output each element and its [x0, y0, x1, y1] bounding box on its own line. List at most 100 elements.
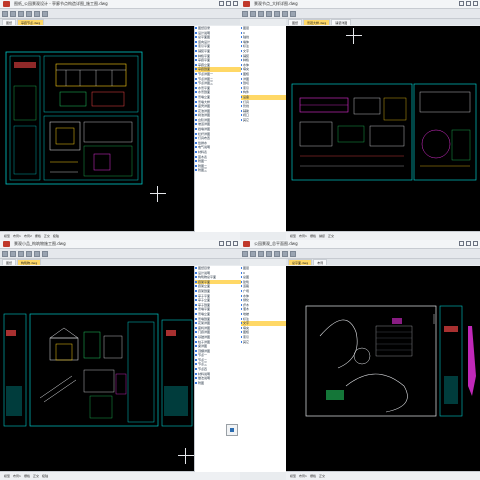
sidebar-item-label: 总平面图: [198, 35, 211, 40]
toolbar-icon[interactable]: [10, 250, 16, 257]
toolbar-icon[interactable]: [242, 250, 248, 257]
status-layout1[interactable]: 布局1: [299, 234, 307, 238]
tab-active-file[interactable]: 构筑物.dwg: [17, 259, 42, 265]
close-icon[interactable]: [233, 241, 238, 246]
close-icon[interactable]: [233, 1, 238, 6]
window-title: 景观小品_构筑物施工图.dwg: [14, 241, 66, 246]
toolbar-icon[interactable]: [2, 250, 8, 257]
toolbar-icon[interactable]: [2, 10, 8, 17]
toolbar-icon[interactable]: [258, 10, 264, 17]
tab-drawing[interactable]: 图纸: [288, 19, 303, 25]
status-bar: 模型 布局1 栅格 正交: [286, 471, 480, 480]
minimize-icon[interactable]: [459, 1, 464, 6]
maximize-icon[interactable]: [466, 241, 471, 246]
toolbar-icon[interactable]: [42, 10, 48, 17]
tab-drawing[interactable]: 图纸: [2, 19, 17, 25]
toolbar-icon[interactable]: [250, 10, 256, 17]
window-controls: [459, 241, 478, 246]
status-model[interactable]: 模型: [4, 474, 10, 478]
sidebar-item-label: 轴线: [243, 35, 250, 40]
sidebar-item-label: 门廊详图: [198, 330, 211, 335]
toolbar-icon[interactable]: [10, 10, 16, 17]
minimize-icon[interactable]: [219, 241, 224, 246]
toolbar-icon[interactable]: [266, 250, 272, 257]
status-model[interactable]: 模型: [290, 474, 296, 478]
toolbar-icon[interactable]: [282, 250, 288, 257]
sidebar-item-label: 索引平面: [198, 44, 211, 49]
sidebar-item-label: 填充: [243, 67, 250, 72]
toolbar-icon[interactable]: [258, 250, 264, 257]
tab-active-file[interactable]: 亭廊节点.dwg: [17, 19, 45, 25]
toolbar-icon[interactable]: [26, 10, 32, 17]
sidebar-item[interactable]: 其它: [240, 118, 286, 123]
sidebar-item-label: 附图: [198, 380, 205, 385]
minimize-icon[interactable]: [459, 241, 464, 246]
sidebar-item-label: 花架详图: [198, 321, 211, 326]
status-grid[interactable]: 栅格: [24, 474, 30, 478]
toolbar-icon[interactable]: [250, 250, 256, 257]
maximize-icon[interactable]: [226, 1, 231, 6]
toolbar-icon[interactable]: [242, 10, 248, 17]
status-snap[interactable]: 捕捉: [319, 234, 325, 238]
toolbar-icon[interactable]: [42, 250, 48, 257]
sidebar-item-label: 构件: [243, 90, 250, 95]
cad-canvas[interactable]: [286, 266, 480, 472]
tab-layout[interactable]: 布局: [313, 259, 328, 265]
item-bullet-icon: [195, 45, 197, 48]
status-layout2[interactable]: 布局2: [24, 234, 32, 238]
status-ortho[interactable]: 正交: [33, 474, 39, 478]
toolbar-icon[interactable]: [18, 250, 24, 257]
maximize-icon[interactable]: [466, 1, 471, 6]
sheet-index-panel: 图纸目录 设计说明 总平面图 竖向设计 索引平面 铺装平面 种植平面 亭廊平面 亭廊立面 亭廊剖面…: [194, 26, 241, 232]
minimize-icon[interactable]: [219, 1, 224, 6]
item-bullet-icon: [195, 132, 197, 135]
status-ortho[interactable]: 正交: [44, 234, 50, 238]
item-bullet-icon: [195, 123, 197, 126]
cad-canvas[interactable]: [286, 26, 480, 232]
status-grid[interactable]: 栅格: [310, 234, 316, 238]
status-polar[interactable]: 极轴: [53, 234, 59, 238]
status-grid[interactable]: 栅格: [35, 234, 41, 238]
status-polar[interactable]: 极轴: [42, 474, 48, 478]
sidebar-item[interactable]: 附图: [195, 381, 241, 386]
tab-paving-detail[interactable]: 铺装详图: [331, 19, 352, 25]
toolbar-icon[interactable]: [34, 10, 40, 17]
close-icon[interactable]: [473, 1, 478, 6]
toolbar-icon[interactable]: [34, 250, 40, 257]
toolbar-icon[interactable]: [266, 10, 272, 17]
sidebar-item[interactable]: 附图三: [195, 168, 241, 173]
toolbar-icon[interactable]: [290, 250, 296, 257]
status-ortho[interactable]: 正交: [328, 234, 334, 238]
tab-active-file[interactable]: 景观大样.dwg: [303, 19, 331, 25]
toolbar-icon[interactable]: [18, 10, 24, 17]
sidebar-item-label: 柱子详图: [198, 339, 211, 344]
status-layout1[interactable]: 布局1: [299, 474, 307, 478]
sidebar-item-label: 图层: [243, 26, 250, 30]
toolbar-icon[interactable]: [274, 10, 280, 17]
sidebar-item-label: 景墙剖面: [198, 316, 211, 321]
item-bullet-icon: [195, 151, 197, 154]
sidebar-item-label: 文字: [243, 321, 250, 326]
sidebar-item-label: 灌木: [243, 307, 250, 312]
toolbar-icon[interactable]: [274, 250, 280, 257]
view-cube-icon[interactable]: [226, 424, 238, 436]
toolbar-icon[interactable]: [26, 250, 32, 257]
toolbar-icon[interactable]: [290, 10, 296, 17]
status-layout1[interactable]: 布局1: [13, 474, 21, 478]
status-ortho[interactable]: 正交: [319, 474, 325, 478]
sidebar-item[interactable]: 其它: [240, 340, 286, 345]
sidebar-item-label: 铺装: [243, 53, 250, 58]
ribbon-toolbar: [0, 9, 240, 19]
tab-active-file[interactable]: 总平面.dwg: [288, 259, 313, 265]
sidebar-item-label: 绿化: [243, 298, 250, 303]
close-icon[interactable]: [473, 241, 478, 246]
maximize-icon[interactable]: [226, 241, 231, 246]
status-grid[interactable]: 栅格: [310, 474, 316, 478]
sidebar-item-label: 标注: [243, 316, 250, 321]
status-layout1[interactable]: 布局1: [13, 234, 21, 238]
toolbar-icon[interactable]: [282, 10, 288, 17]
item-bullet-icon: [195, 95, 197, 98]
status-model[interactable]: 模型: [290, 234, 296, 238]
status-model[interactable]: 模型: [4, 234, 10, 238]
tab-drawing[interactable]: 图纸: [2, 259, 17, 265]
